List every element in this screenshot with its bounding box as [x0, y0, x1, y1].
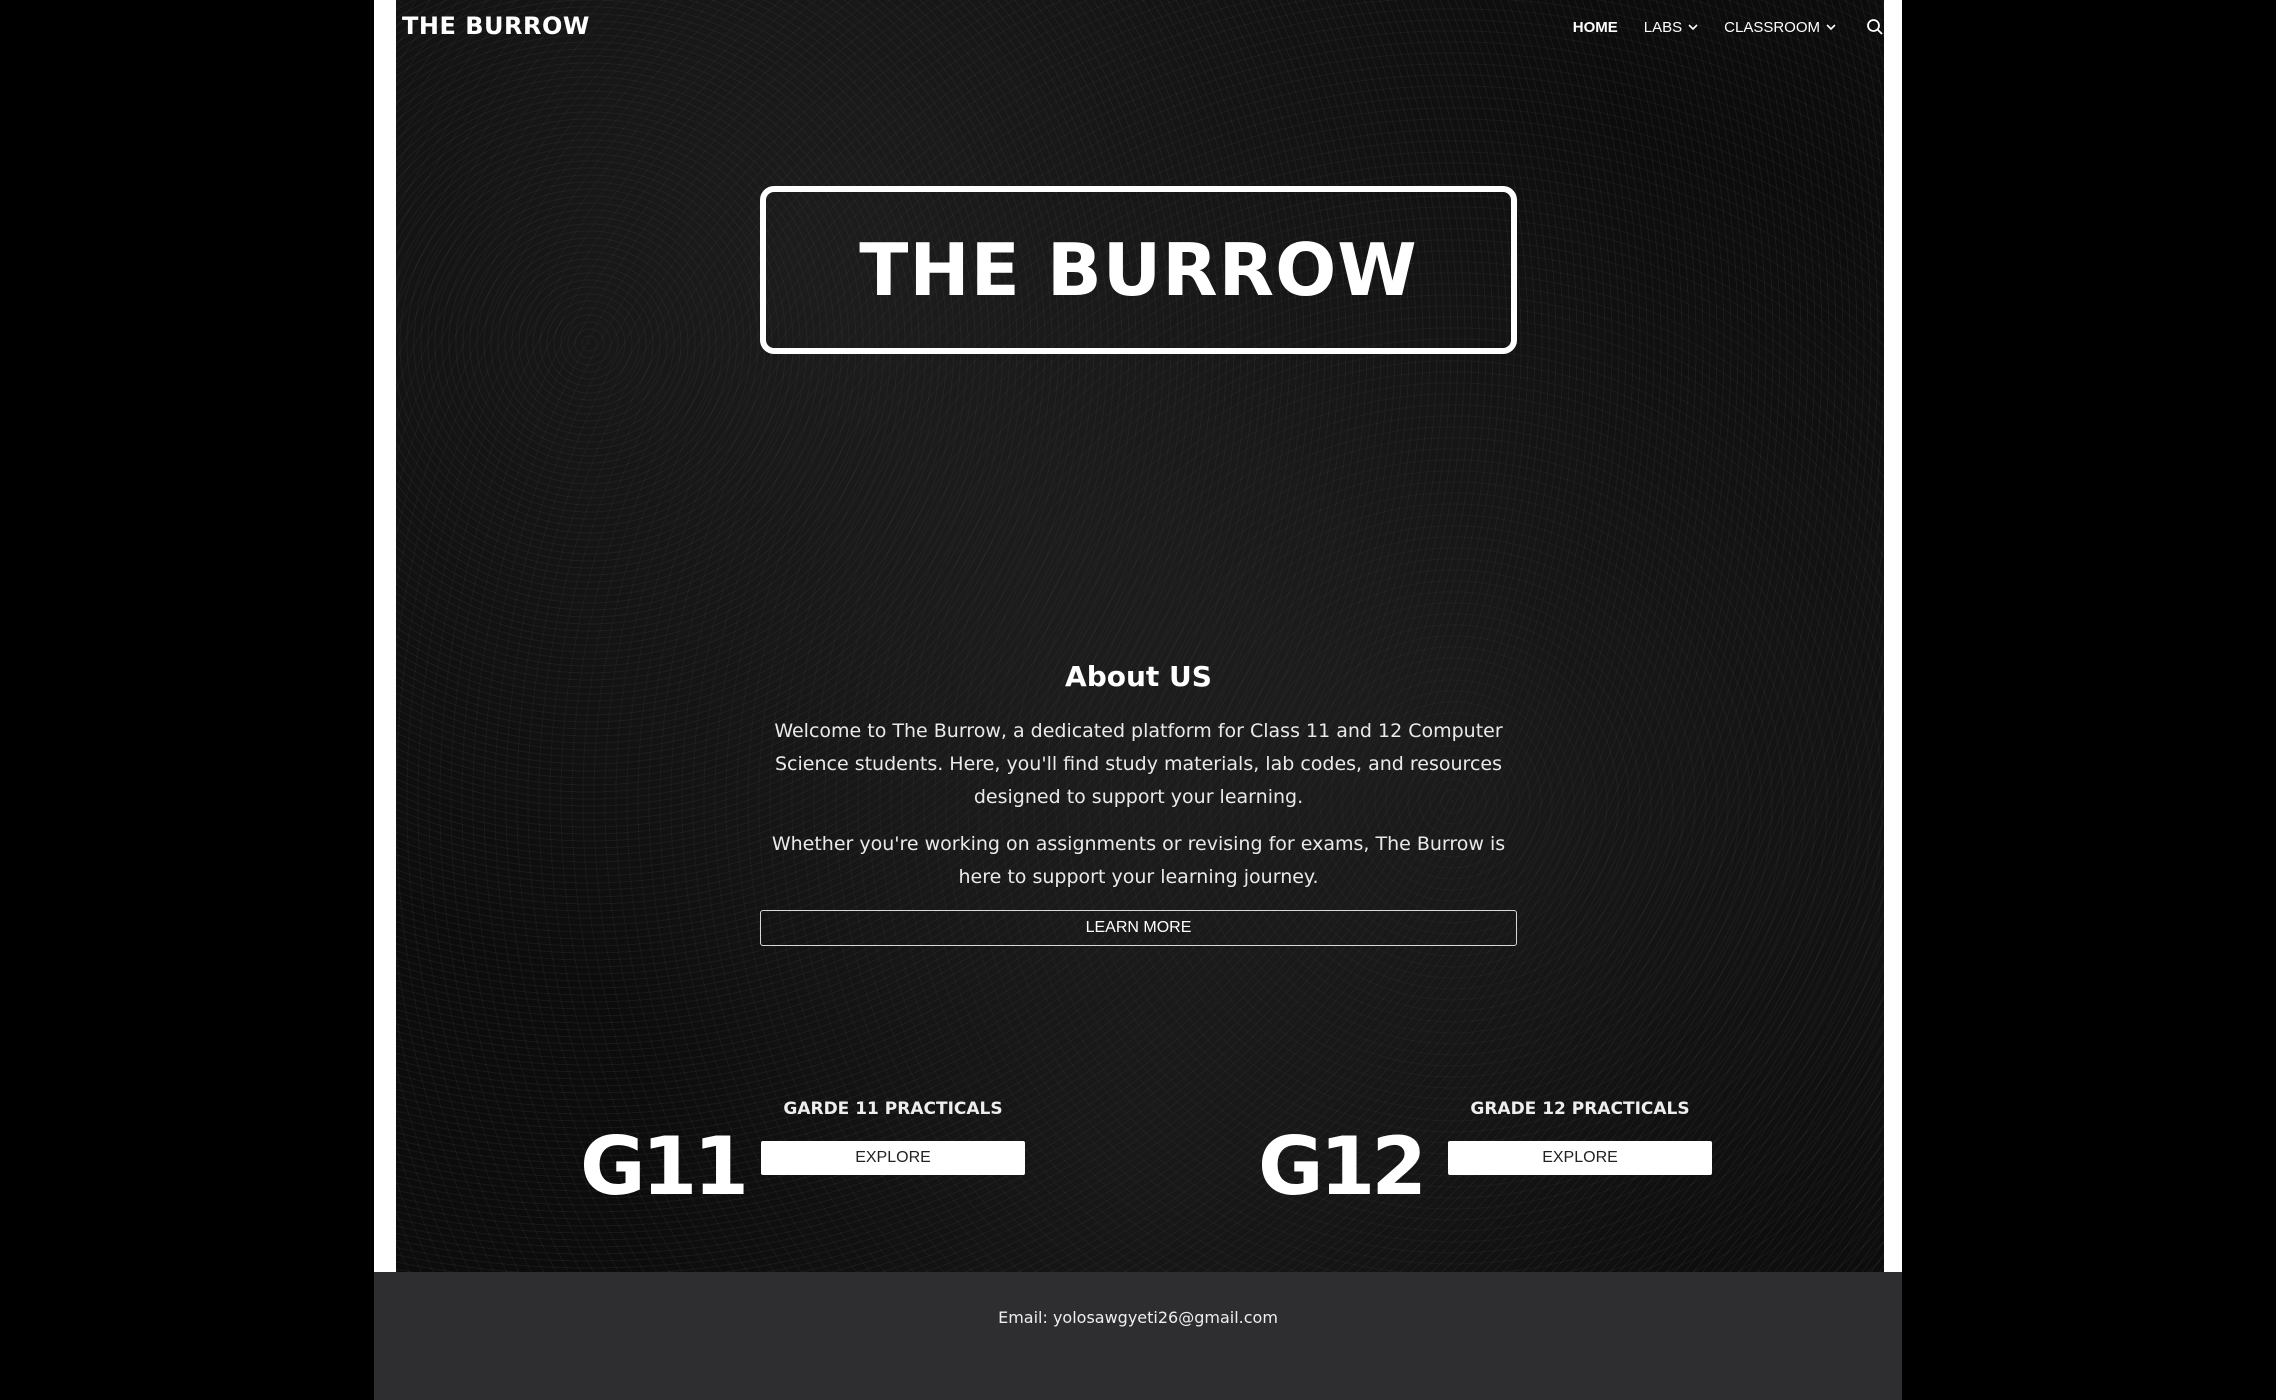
about-paragraph: Welcome to The Burrow, a dedicated platf… — [774, 720, 1503, 808]
about-section: About US Welcome to The Burrow, a dedica… — [760, 660, 1517, 908]
about-paragraph: Whether you're working on assignments or… — [771, 833, 1506, 888]
nav-home[interactable]: HOME — [1573, 19, 1618, 36]
nav-classroom-label: CLASSROOM — [1724, 18, 1820, 36]
site-logo[interactable]: THE BURROW — [402, 12, 590, 40]
nav-labs-label: LABS — [1643, 18, 1683, 36]
search-icon[interactable] — [1866, 18, 1884, 36]
chevron-down-icon — [1826, 24, 1836, 31]
learn-more-button[interactable]: LEARN MORE — [760, 910, 1517, 946]
grade-11-badge: G11 — [580, 1120, 749, 1213]
nav-home-label: HOME — [1572, 18, 1618, 36]
grade-12-badge: G12 — [1258, 1120, 1427, 1213]
grade-12-title: GRADE 12 PRACTICALS — [1470, 1099, 1690, 1119]
chevron-down-icon — [1688, 24, 1698, 31]
about-heading: About US — [1065, 660, 1212, 693]
main-nav: HOME LABS CLASSROOM — [1573, 18, 1884, 36]
grade-11-title: GARDE 11 PRACTICALS — [783, 1099, 1003, 1119]
footer: Email: yolosawgyeti26@gmail.com — [374, 1272, 1902, 1400]
hero-title: THE BURROW — [859, 228, 1418, 312]
grade-12-explore-button[interactable]: EXPLORE — [1448, 1141, 1712, 1175]
footer-email[interactable]: Email: yolosawgyeti26@gmail.com — [374, 1308, 1902, 1327]
nav-labs[interactable]: LABS — [1644, 19, 1698, 36]
hero-title-box: THE BURROW — [760, 186, 1517, 354]
nav-classroom[interactable]: CLASSROOM — [1724, 19, 1836, 36]
grade-11-explore-button[interactable]: EXPLORE — [761, 1141, 1025, 1175]
